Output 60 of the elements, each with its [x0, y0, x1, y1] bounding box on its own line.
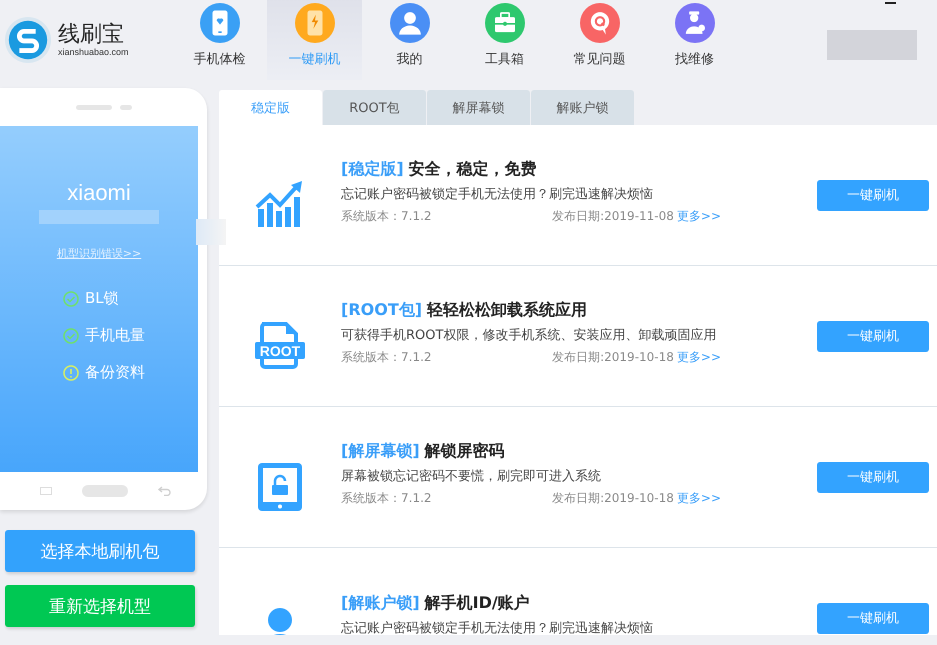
more-link[interactable]: 更多>> — [676, 209, 721, 223]
check-circle-icon — [63, 290, 79, 306]
more-link[interactable]: 更多>> — [676, 491, 721, 505]
logo-icon — [4, 16, 52, 64]
release-date: 发布日期:2019-11-08 — [552, 209, 674, 223]
nav-tab[interactable]: 我的 — [362, 0, 457, 80]
speech-bubble-icon — [580, 3, 620, 43]
package-title: 解锁屏密码 — [424, 441, 505, 462]
check-label: BL锁 — [85, 289, 119, 308]
reselect-model-button[interactable]: 重新选择机型 — [5, 585, 195, 627]
package-tag: [解屏幕锁] — [341, 441, 420, 462]
exclamation-circle-icon — [63, 364, 79, 380]
local-package-button[interactable]: 选择本地刷机包 — [5, 530, 195, 572]
package-tag: [解账户锁] — [341, 593, 420, 614]
system-version: 系统版本：7.1.2 — [341, 208, 432, 225]
nav-tab[interactable]: 一键刷机 — [267, 0, 362, 80]
package-title: 轻轻松松卸载系统应用 — [427, 300, 588, 321]
more-link[interactable]: 更多>> — [676, 350, 721, 364]
release-date: 发布日期:2019-10-18 — [552, 350, 674, 364]
tab[interactable]: 稳定版 — [219, 90, 322, 125]
check-circle-icon — [63, 328, 79, 344]
toolbox-icon — [484, 3, 524, 43]
repairman-icon — [674, 3, 714, 43]
app-name: 线刷宝 — [58, 22, 125, 48]
check-label: 手机电量 — [85, 326, 145, 345]
system-version: 系统版本：7.1.2 — [341, 349, 432, 366]
check-label: 备份资料 — [85, 363, 145, 382]
release-date: 发布日期:2019-10-18 — [552, 491, 674, 505]
flash-button[interactable]: 一键刷机 — [817, 180, 929, 210]
package-title: 安全，稳定，免费 — [408, 159, 537, 180]
nav-tab[interactable]: 工具箱 — [457, 0, 552, 80]
collapse-tab[interactable] — [196, 219, 226, 245]
nav-tab[interactable]: 找维修 — [647, 0, 742, 80]
package-description: 可获得手机ROOT权限，修改手机系统、安装应用、卸载顽固应用 — [341, 327, 718, 344]
package-description: 屏幕被锁忘记密码不要慌，刷完即可进入系统 — [341, 468, 602, 485]
tab[interactable]: 解账户锁 — [531, 90, 634, 125]
system-version: 系统版本：7.1.2 — [341, 490, 432, 507]
nav-tab[interactable]: 常见问题 — [552, 0, 647, 80]
wrong-model-link[interactable]: 机型识别错误>> — [56, 246, 142, 261]
flash-button[interactable]: 一键刷机 — [817, 320, 929, 352]
tab[interactable]: 解屏幕锁 — [427, 90, 530, 125]
package-tag: [ROOT包] — [341, 300, 422, 321]
tab[interactable]: ROOT包 — [323, 90, 426, 125]
user-icon — [390, 3, 430, 43]
home-button-icon — [82, 485, 128, 497]
app-domain: xianshuabao.com — [58, 47, 129, 58]
camera-icon — [120, 104, 132, 110]
nav-tab[interactable]: 手机体检 — [172, 0, 267, 80]
minimize-icon[interactable] — [885, 2, 896, 4]
device-brand: xiaomi — [67, 180, 131, 206]
flash-button[interactable]: 一键刷机 — [817, 462, 929, 492]
flash-button[interactable]: 一键刷机 — [817, 602, 929, 634]
package-tag: [稳定版] — [341, 159, 404, 180]
package-description: 忘记账户密码被锁定手机无法使用？刷完迅速解决烦恼 — [341, 620, 654, 635]
recent-apps-icon — [40, 487, 52, 495]
speaker-icon — [76, 104, 112, 110]
back-icon — [158, 486, 172, 496]
package-title: 解手机ID/账户 — [424, 593, 530, 614]
package-description: 忘记账户密码被锁定手机无法使用？刷完迅速解决烦恼 — [341, 186, 654, 203]
phone-lightning-icon — [294, 3, 334, 43]
